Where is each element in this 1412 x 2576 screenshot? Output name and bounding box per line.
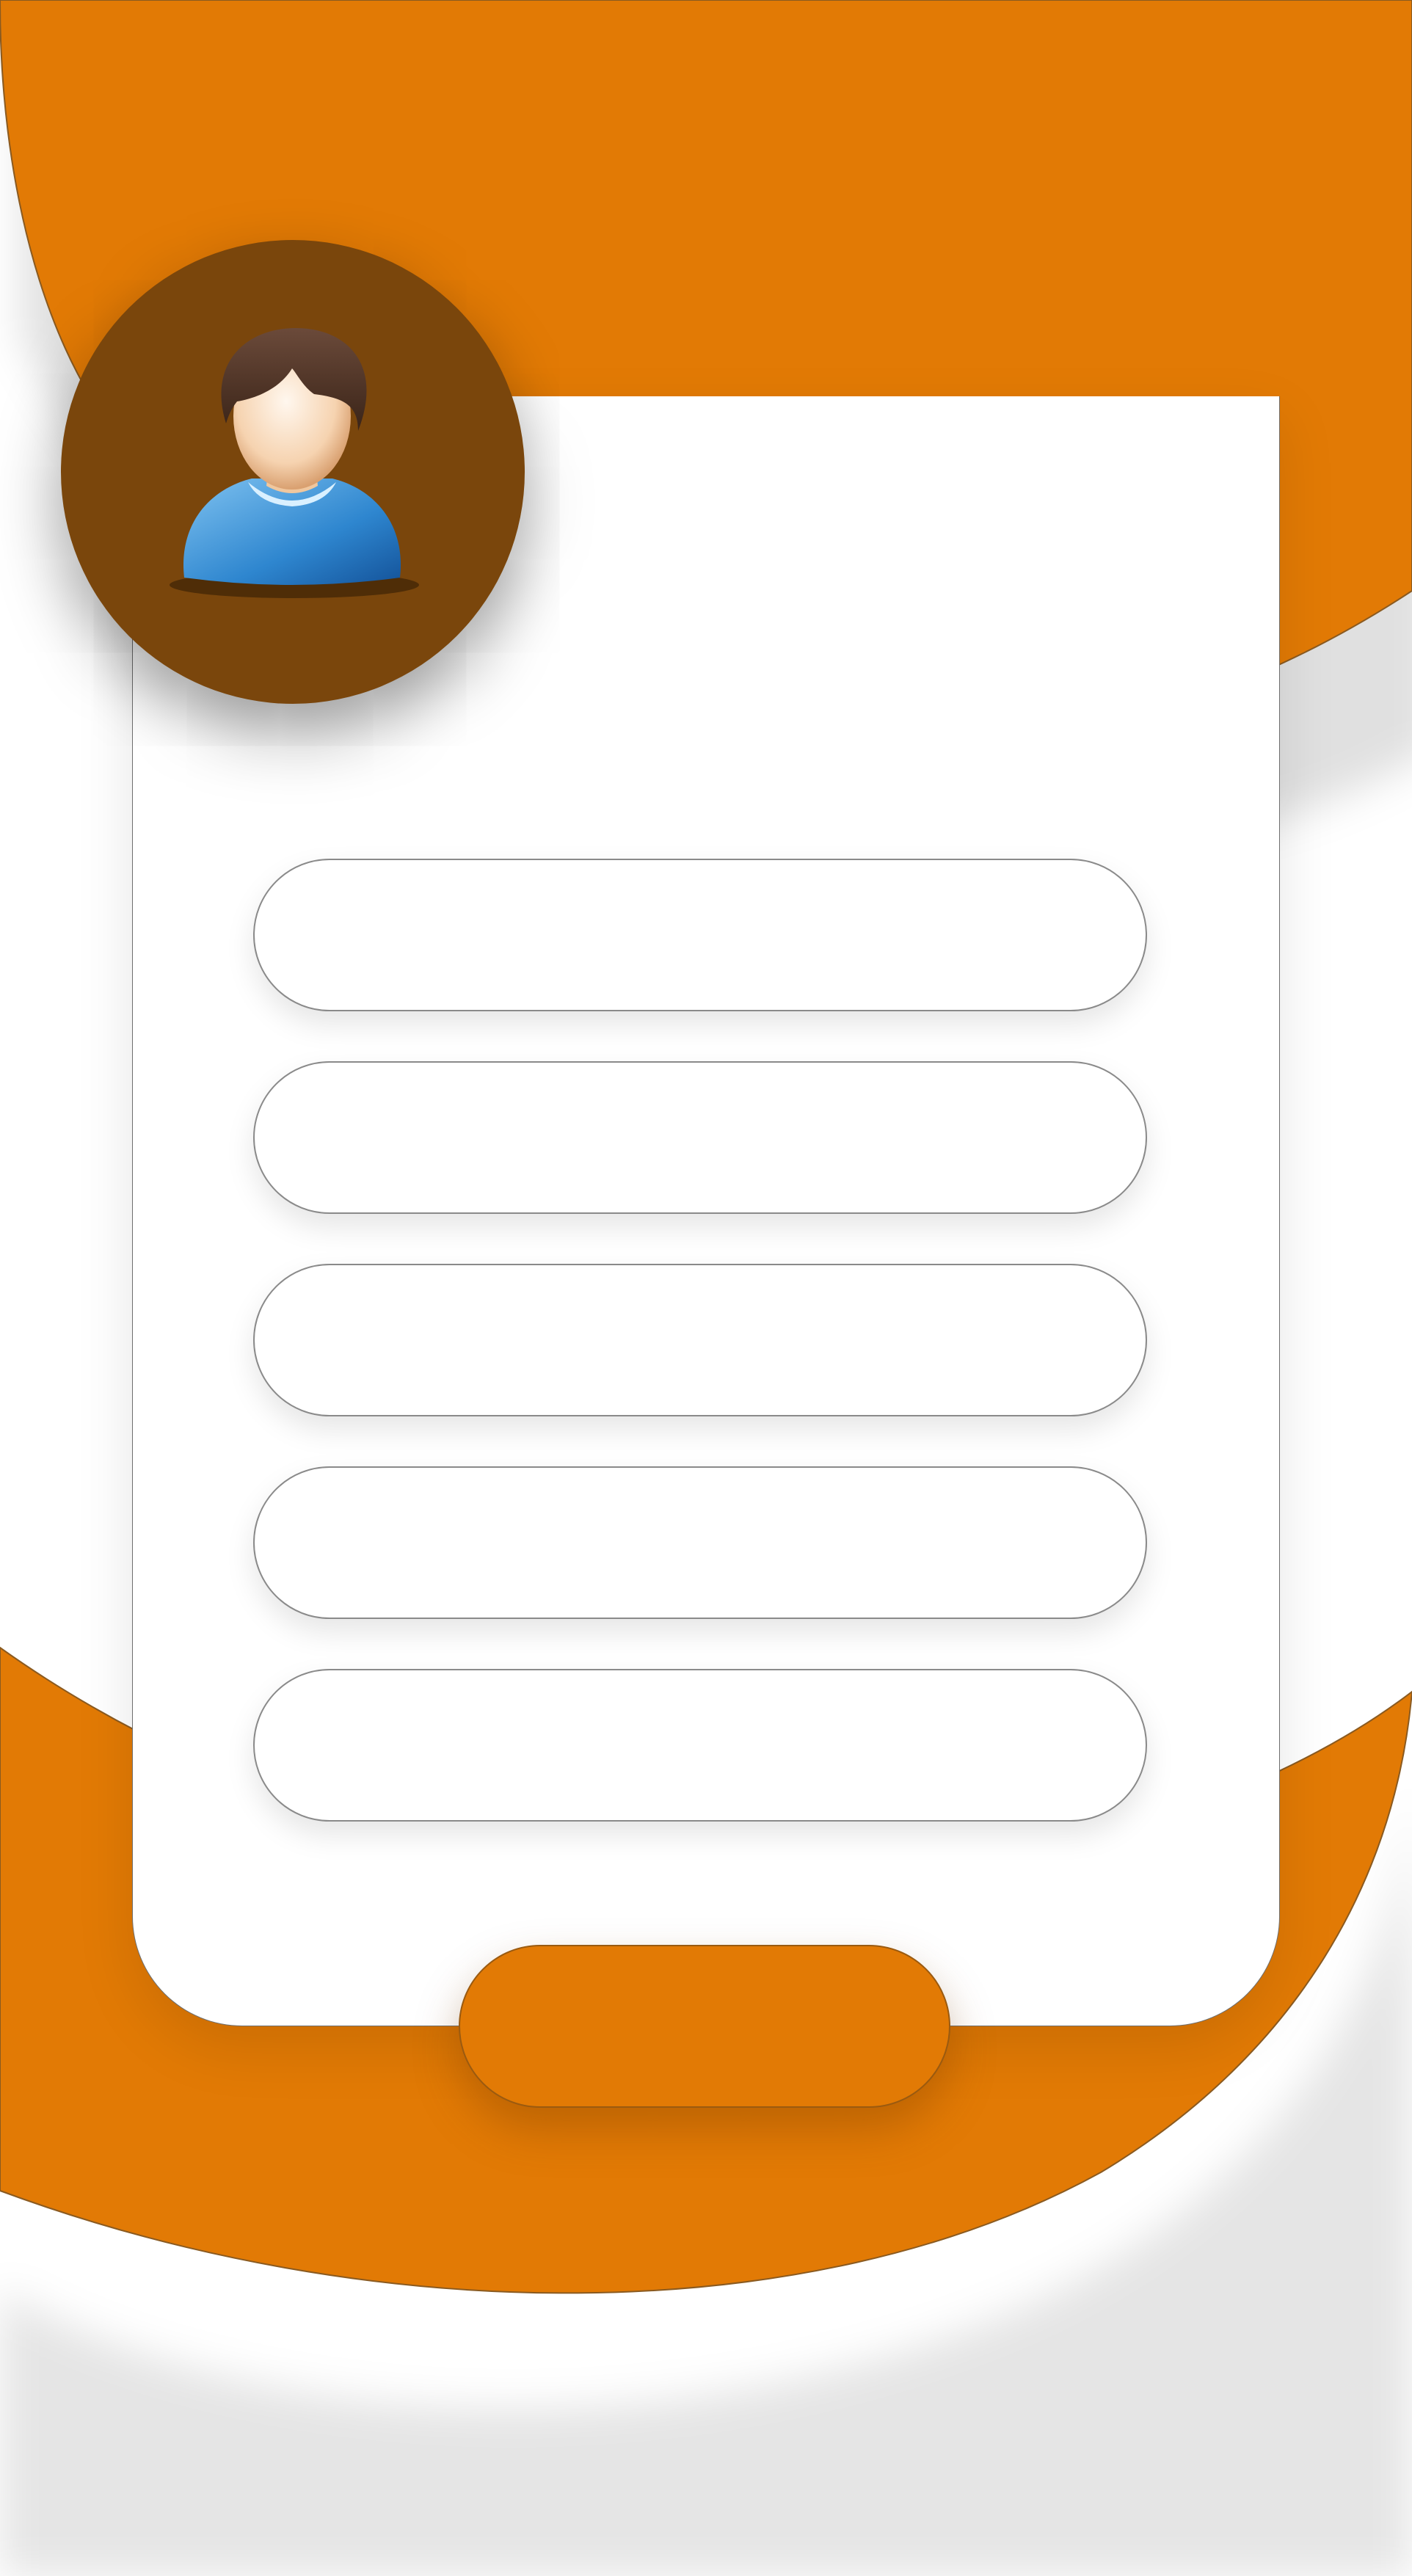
form-field-2[interactable] <box>253 1061 1147 1214</box>
form-field-3[interactable] <box>253 1264 1147 1416</box>
user-icon <box>170 328 419 598</box>
form-field-1[interactable] <box>253 859 1147 1011</box>
form-field-5[interactable] <box>253 1669 1147 1822</box>
avatar[interactable] <box>61 240 525 704</box>
submit-button[interactable] <box>459 1945 950 2108</box>
form-field-4[interactable] <box>253 1466 1147 1619</box>
